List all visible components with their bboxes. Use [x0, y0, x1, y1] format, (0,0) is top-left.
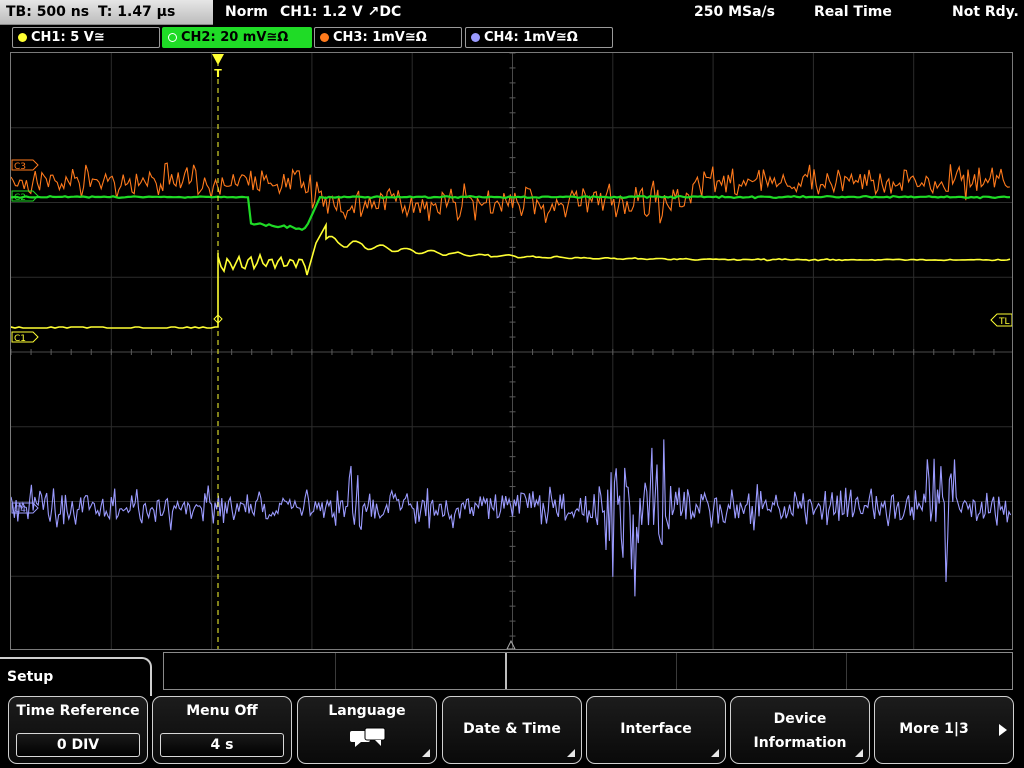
- acquisition-state: Not Rdy.: [952, 4, 1019, 20]
- more-softkey[interactable]: More 1|3: [874, 696, 1014, 764]
- menu-title: Setup: [7, 669, 54, 685]
- next-page-icon: [999, 724, 1007, 736]
- trigger-level-label: TL: [998, 317, 1010, 327]
- channel-tab-ch4[interactable]: CH4: 1mV≅Ω: [465, 27, 613, 48]
- zoom-overview-panel: [163, 652, 1013, 690]
- timebase-readout: TB: 500 ns: [6, 4, 90, 20]
- channel-bar: CH1: 5 V≅ CH2: 20 mV≅Ω CH3: 1mV≅Ω CH4: 1…: [0, 25, 1024, 50]
- status-bar: TB: 500 ns T: 1.47 µs Norm CH1: 1.2 V ↗D…: [0, 0, 1024, 25]
- graticule: [11, 53, 1012, 649]
- submenu-indicator-icon: [855, 749, 863, 757]
- channel-label: CH3: 1mV≅Ω: [333, 30, 427, 45]
- channel-label: CH1: 5 V≅: [31, 30, 105, 45]
- trigger-marker-label: T: [214, 67, 222, 80]
- channel-tab-ch2[interactable]: CH2: 20 mV≅Ω: [162, 27, 312, 48]
- trigger-position-marker[interactable]: T: [212, 54, 224, 80]
- ch1-waveform: [11, 221, 1011, 329]
- acquisition-mode: Real Time: [814, 4, 892, 20]
- ch4-waveform: [11, 439, 1012, 597]
- trigger-mode[interactable]: Norm: [225, 0, 268, 24]
- menu-off-value: 4 s: [160, 733, 284, 757]
- right-edge: [1014, 696, 1024, 764]
- softkey-title: Menu Off: [186, 703, 258, 719]
- ch4-level-marker[interactable]: C4: [11, 502, 39, 515]
- waveform-canvas: T C3 C2 C1 C4 TL: [11, 53, 1012, 649]
- softkey-label-wrap: Device Information: [731, 707, 869, 755]
- ch4-color-dot: [471, 33, 480, 42]
- ch1-color-dot: [18, 33, 27, 42]
- ch2-color-dot: [168, 33, 177, 42]
- menu-off-softkey[interactable]: Menu Off 4 s: [152, 696, 292, 764]
- ch1-level-marker[interactable]: C1: [11, 331, 39, 344]
- ch2-waveform: [11, 194, 1010, 232]
- ch2-marker-label: C2: [14, 193, 26, 203]
- menu-title-tab: Setup: [0, 657, 152, 697]
- submenu-indicator-icon: [422, 749, 430, 757]
- softkey-title: Time Reference: [16, 703, 140, 719]
- trigger-time-readout: T: 1.47 µs: [98, 4, 176, 20]
- date-time-softkey[interactable]: Date & Time: [442, 696, 582, 764]
- trigger-setting[interactable]: CH1: 1.2 V ↗DC: [280, 0, 401, 24]
- ch3-marker-label: C3: [14, 162, 26, 172]
- channel-tab-ch3[interactable]: CH3: 1mV≅Ω: [314, 27, 462, 48]
- trigger-level-marker[interactable]: TL: [990, 313, 1012, 327]
- channel-label: CH4: 1mV≅Ω: [484, 30, 578, 45]
- interface-softkey[interactable]: Interface: [586, 696, 726, 764]
- time-reference-value: 0 DIV: [16, 733, 140, 757]
- language-softkey[interactable]: Language: [297, 696, 437, 764]
- ch3-level-marker[interactable]: C3: [11, 159, 39, 172]
- softkey-label-line2: Information: [753, 735, 847, 751]
- sample-rate: 250 MSa/s: [694, 4, 776, 20]
- submenu-indicator-icon: [711, 749, 719, 757]
- channel-label: CH2: 20 mV≅Ω: [181, 30, 289, 45]
- channel-tab-ch1[interactable]: CH1: 5 V≅: [12, 27, 160, 48]
- horizontal-position-marker: [506, 639, 516, 649]
- softkey-label: More 1|3: [899, 721, 969, 737]
- ch4-marker-label: C4: [14, 505, 26, 515]
- time-reference-softkey[interactable]: Time Reference 0 DIV: [8, 696, 148, 764]
- waveform-display[interactable]: T C3 C2 C1 C4 TL: [10, 52, 1013, 650]
- softkey-label-line1: Device: [773, 711, 827, 727]
- softkey-bar: Time Reference 0 DIV Menu Off 4 s Langua…: [0, 696, 1024, 768]
- submenu-indicator-icon: [567, 749, 575, 757]
- softkey-title: Language: [328, 703, 406, 719]
- overview-center-marker: [505, 653, 507, 689]
- timebase-box[interactable]: TB: 500 ns T: 1.47 µs: [0, 0, 213, 25]
- softkey-label: Date & Time: [463, 721, 561, 737]
- device-information-softkey[interactable]: Device Information: [730, 696, 870, 764]
- speech-bubbles-icon: [350, 727, 386, 747]
- ch1-marker-label: C1: [14, 334, 26, 344]
- ch3-color-dot: [320, 33, 329, 42]
- softkey-label: Interface: [620, 721, 692, 737]
